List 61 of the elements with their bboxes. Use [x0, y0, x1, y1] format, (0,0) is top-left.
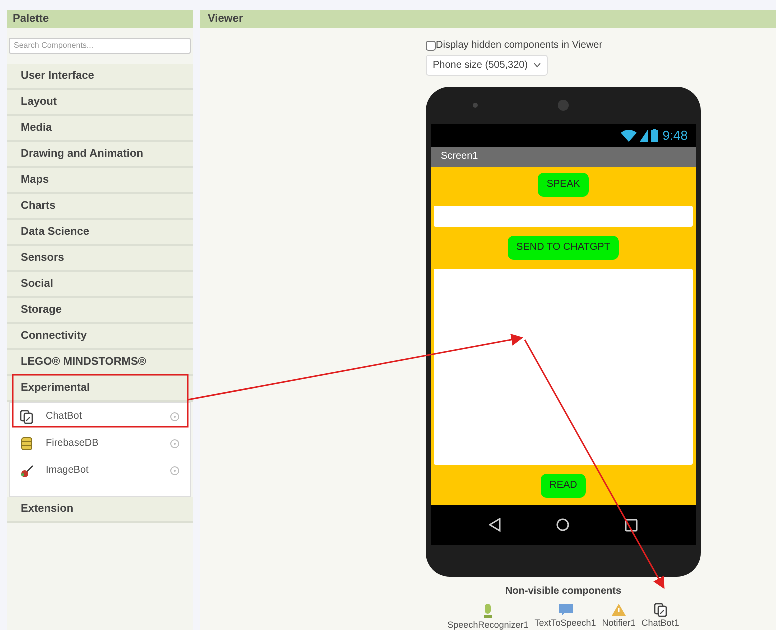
app-button[interactable]: SEND TO CHATGPT: [508, 236, 620, 260]
home-icon[interactable]: [556, 518, 570, 532]
text-area[interactable]: [434, 269, 693, 465]
documents-icon: [20, 410, 34, 424]
category-header[interactable]: Social: [7, 272, 193, 298]
signal-icon: [640, 130, 648, 142]
camera-icon: [558, 100, 569, 111]
app-button[interactable]: READ: [540, 474, 586, 498]
screen-title-bar: Screen1: [431, 147, 696, 167]
warning-icon: [611, 603, 628, 617]
category-header[interactable]: Data Science: [7, 220, 193, 246]
component-label: FirebaseDB: [46, 437, 100, 451]
help-icon[interactable]: [170, 412, 180, 422]
non-visible-component[interactable]: TextToSpeech1: [534, 603, 596, 630]
database-icon: [21, 436, 33, 450]
category-header[interactable]: Extension: [7, 497, 193, 523]
non-visible-component[interactable]: SpeechRecognizer1: [448, 603, 529, 630]
panel-header: Viewer: [200, 10, 776, 28]
category-header[interactable]: Experimental: [7, 376, 193, 402]
checkbox-label: Display hidden components in Viewer: [436, 39, 603, 53]
component-label: ChatBot: [46, 410, 84, 424]
chevron-down-icon: [534, 63, 541, 68]
category-header[interactable]: Maps: [7, 168, 193, 194]
battery-icon: [650, 129, 658, 142]
app-button[interactable]: SPEAK: [538, 173, 590, 197]
size-dropdown[interactable]: Phone size (505,320): [426, 55, 548, 76]
component-label: SpeechRecognizer1: [448, 619, 529, 630]
help-icon[interactable]: [170, 438, 180, 448]
back-icon[interactable]: [488, 518, 501, 532]
paintbrush-icon: [20, 464, 34, 478]
category-header[interactable]: LEGO® MINDSTORMS®: [7, 350, 193, 376]
search-field[interactable]: Search Components...: [9, 38, 191, 54]
component-item[interactable]: FirebaseDB: [10, 430, 190, 457]
component-label: ImageBot: [46, 464, 90, 478]
category-header[interactable]: Layout: [7, 90, 193, 116]
sensor-icon: [473, 103, 478, 108]
category-header[interactable]: Media: [7, 116, 193, 142]
category-header[interactable]: Charts: [7, 194, 193, 220]
speech-bubble-icon: [558, 603, 574, 617]
text-box[interactable]: [434, 206, 693, 227]
non-visible-component[interactable]: Notifier1: [602, 603, 636, 630]
panel-header: Palette: [7, 10, 193, 28]
recents-icon[interactable]: [625, 518, 638, 532]
category-header[interactable]: Drawing and Animation: [7, 142, 193, 168]
checkbox[interactable]: [426, 40, 436, 50]
clock-text: 9:48: [662, 126, 688, 145]
component-label: Notifier1: [602, 617, 636, 630]
component-item[interactable]: ChatBot: [10, 403, 190, 430]
documents-icon: [654, 603, 668, 617]
microphone-icon: [482, 603, 494, 619]
section-title: Non-visible components: [505, 585, 622, 599]
help-icon[interactable]: [170, 466, 180, 476]
component-item[interactable]: ImageBot: [10, 457, 190, 484]
wifi-icon: [620, 130, 637, 142]
non-visible-component[interactable]: ChatBot1: [642, 603, 680, 630]
category-header[interactable]: Connectivity: [7, 324, 193, 350]
component-label: TextToSpeech1: [534, 617, 596, 630]
category-header[interactable]: Storage: [7, 298, 193, 324]
category-header[interactable]: Sensors: [7, 246, 193, 272]
category-header[interactable]: User Interface: [7, 64, 193, 90]
component-label: ChatBot1: [642, 617, 680, 630]
